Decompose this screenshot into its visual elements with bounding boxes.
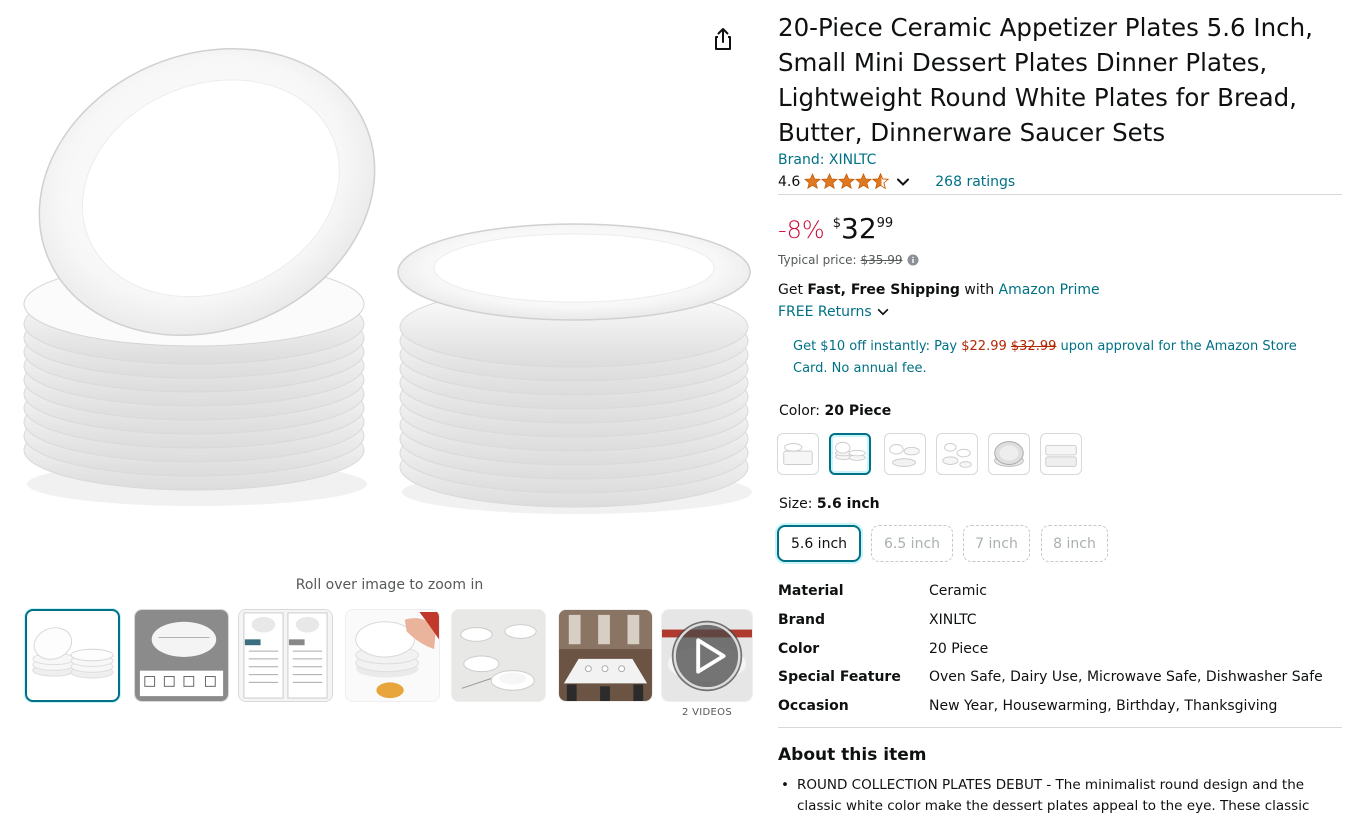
thumbnail-plate-size[interactable] <box>134 609 229 702</box>
promo-new-price: $22.99 <box>961 339 1007 354</box>
price-whole: 32 <box>841 212 877 245</box>
discount-percent: -8% <box>778 216 825 244</box>
spec-label: Brand <box>778 612 826 628</box>
about-bullets: ROUND COLLECTION PLATES DEBUT - The mini… <box>779 775 1339 817</box>
thumbnail-hand-holding-plates[interactable] <box>345 609 440 702</box>
shipping-get-text: Get <box>778 282 803 298</box>
shipping-bold-text: Fast, Free Shipping <box>807 282 960 298</box>
thumbnail-table-setting[interactable] <box>451 609 546 702</box>
half-star-icon <box>872 173 890 190</box>
spec-value: XINLTC <box>929 612 977 628</box>
promo-text: Get $10 off instantly: Pay <box>793 339 958 354</box>
ratings-count-link[interactable]: 268 ratings <box>935 174 1015 190</box>
thumbnail-comparison-chart[interactable] <box>238 609 333 702</box>
spec-label: Special Feature <box>778 669 901 685</box>
color-swatch-plates-set-d[interactable] <box>936 433 978 475</box>
spec-value: Oven Safe, Dairy Use, Microwave Safe, Di… <box>929 669 1323 685</box>
color-selected-value: 20 Piece <box>824 403 892 419</box>
color-swatch-20-piece[interactable] <box>829 433 871 475</box>
typical-price: Typical price: $35.99 <box>778 253 919 267</box>
color-label-text: Color: <box>779 403 821 419</box>
price-block: -8% $ 32 99 <box>778 212 893 246</box>
chevron-down-icon <box>877 308 888 316</box>
brand-link[interactable]: Brand: XINLTC <box>778 152 876 168</box>
color-swatch-plates-set-e[interactable] <box>988 433 1030 475</box>
list-item: ROUND COLLECTION PLATES DEBUT - The mini… <box>779 775 1339 817</box>
color-swatch-plates-set-c[interactable] <box>884 433 926 475</box>
star-rating[interactable] <box>804 173 890 190</box>
size-label-text: Size: <box>779 496 813 512</box>
amazon-prime-link[interactable]: Amazon Prime <box>999 282 1100 298</box>
about-heading: About this item <box>778 745 927 765</box>
rating-row: 4.6 268 ratings <box>778 173 1015 190</box>
size-option-7-inch[interactable]: 7 inch <box>963 525 1030 562</box>
free-returns-label: FREE Returns <box>778 304 872 320</box>
spec-value: 20 Piece <box>929 641 989 657</box>
promo-old-price: $32.99 <box>1010 339 1057 354</box>
store-card-promo[interactable]: Get $10 off instantly: Pay $22.99 $32.99… <box>793 336 1313 380</box>
star-icon <box>855 173 873 190</box>
typical-price-value: $35.99 <box>860 253 903 267</box>
spec-label: Occasion <box>778 698 849 714</box>
chevron-down-icon[interactable] <box>895 174 911 190</box>
color-label: Color: 20 Piece <box>779 403 891 419</box>
spec-label: Material <box>778 583 844 599</box>
star-icon <box>804 173 822 190</box>
divider <box>778 727 1342 728</box>
thumbnail-dining-room[interactable] <box>558 609 653 702</box>
size-option-8-inch[interactable]: 8 inch <box>1041 525 1108 562</box>
color-swatch-plates-set-a[interactable] <box>777 433 819 475</box>
color-swatch-plates-set-f[interactable] <box>1040 433 1082 475</box>
size-label: Size: 5.6 inch <box>779 496 880 512</box>
price-fraction: 99 <box>876 216 894 231</box>
thumbnail-plates-stack[interactable] <box>25 609 120 702</box>
thumbnail-video[interactable] <box>661 609 753 702</box>
shipping-info: Get Fast, Free Shipping with Amazon Prim… <box>778 282 1100 298</box>
size-option-5-6-inch[interactable]: 5.6 inch <box>777 525 861 562</box>
zoom-hint: Roll over image to zoom in <box>295 577 484 593</box>
info-icon[interactable] <box>907 254 919 266</box>
spec-value: Ceramic <box>929 583 987 599</box>
main-product-image[interactable] <box>22 22 757 552</box>
spec-value: New Year, Housewarming, Birthday, Thanks… <box>929 698 1278 714</box>
star-icon <box>838 173 856 190</box>
star-icon <box>821 173 839 190</box>
typical-price-label: Typical price: <box>778 253 857 267</box>
divider <box>778 194 1342 195</box>
price-currency: $ <box>832 216 842 231</box>
spec-label: Color <box>778 641 820 657</box>
share-icon[interactable] <box>710 26 736 52</box>
free-returns-link[interactable]: FREE Returns <box>778 304 890 320</box>
size-selected-value: 5.6 inch <box>816 496 880 512</box>
shipping-with-text: with <box>964 282 995 298</box>
size-option-6-5-inch[interactable]: 6.5 inch <box>871 525 953 562</box>
rating-value: 4.6 <box>778 173 801 190</box>
videos-count-label: 2 VIDEOS <box>682 707 732 718</box>
product-title: 20-Piece Ceramic Appetizer Plates 5.6 In… <box>778 13 1313 147</box>
